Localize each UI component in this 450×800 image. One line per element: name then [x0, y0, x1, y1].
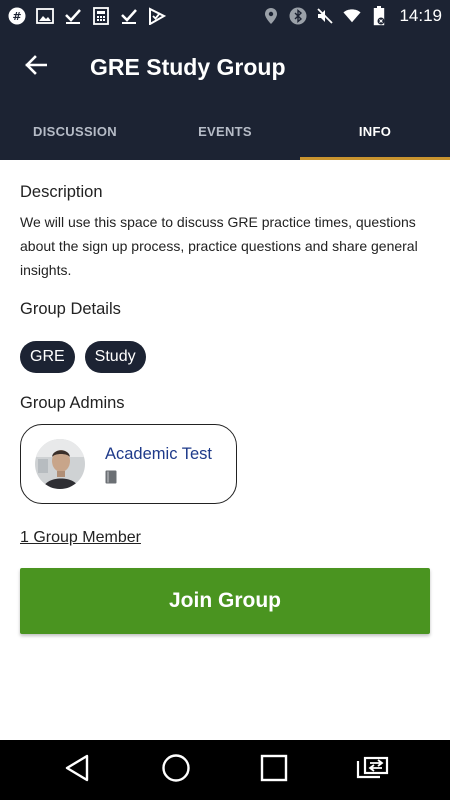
- tab-discussion[interactable]: DISCUSSION: [0, 102, 150, 160]
- recents-square-icon: [260, 754, 288, 787]
- nav-back-button[interactable]: [52, 745, 102, 795]
- check-icon: [120, 7, 138, 25]
- image-icon: [36, 7, 54, 25]
- join-group-button[interactable]: Join Group: [20, 568, 430, 634]
- checkmark-flag-icon: [148, 7, 166, 25]
- app-bar: GRE Study Group: [0, 32, 450, 102]
- location-icon: [262, 7, 280, 25]
- info-content: Description We will use this space to di…: [20, 160, 430, 634]
- tag-chip[interactable]: GRE: [20, 341, 75, 373]
- status-time: 14:19: [399, 6, 442, 25]
- group-details-title: Group Details: [20, 300, 121, 318]
- description-text: We will use this space to discuss GRE pr…: [20, 214, 418, 278]
- hashtag-app-icon: #: [8, 7, 26, 25]
- tag-chip[interactable]: Study: [84, 341, 146, 373]
- nav-home-button[interactable]: [151, 745, 201, 795]
- admin-name-link[interactable]: Academic Test: [105, 445, 212, 464]
- admin-card[interactable]: Academic Test: [20, 424, 237, 504]
- home-circle-icon: [161, 753, 191, 788]
- back-button[interactable]: [14, 45, 58, 89]
- tag-list: GRE Study: [20, 341, 430, 373]
- status-bar-right: 14:19: [262, 6, 442, 26]
- wifi-icon: [343, 7, 362, 25]
- check-icon: [64, 7, 82, 25]
- battery-icon: [370, 6, 388, 26]
- svg-text:#: #: [12, 10, 21, 23]
- tab-bar: DISCUSSION EVENTS INFO: [0, 102, 450, 160]
- page-title: GRE Study Group: [90, 53, 286, 80]
- nav-switch-button[interactable]: [348, 745, 398, 795]
- status-bar-left: #: [8, 7, 166, 25]
- calculator-icon: [92, 7, 110, 25]
- group-members-link[interactable]: 1 Group Member: [20, 529, 141, 547]
- book-icon: [105, 470, 119, 484]
- switch-app-icon: [356, 755, 390, 786]
- group-admins-title: Group Admins: [20, 394, 125, 412]
- nav-recents-button[interactable]: [249, 745, 299, 795]
- avatar: [35, 439, 85, 489]
- status-bar: # 14:19: [0, 0, 450, 32]
- tab-events[interactable]: EVENTS: [150, 102, 300, 160]
- bluetooth-icon: [289, 7, 307, 25]
- back-triangle-icon: [64, 754, 90, 787]
- tab-info[interactable]: INFO: [300, 102, 450, 160]
- mute-icon: [316, 7, 334, 25]
- admin-info: Academic Test: [105, 445, 212, 484]
- description-title: Description: [20, 183, 103, 201]
- arrow-left-icon: [25, 54, 48, 80]
- system-nav-bar: [0, 740, 450, 800]
